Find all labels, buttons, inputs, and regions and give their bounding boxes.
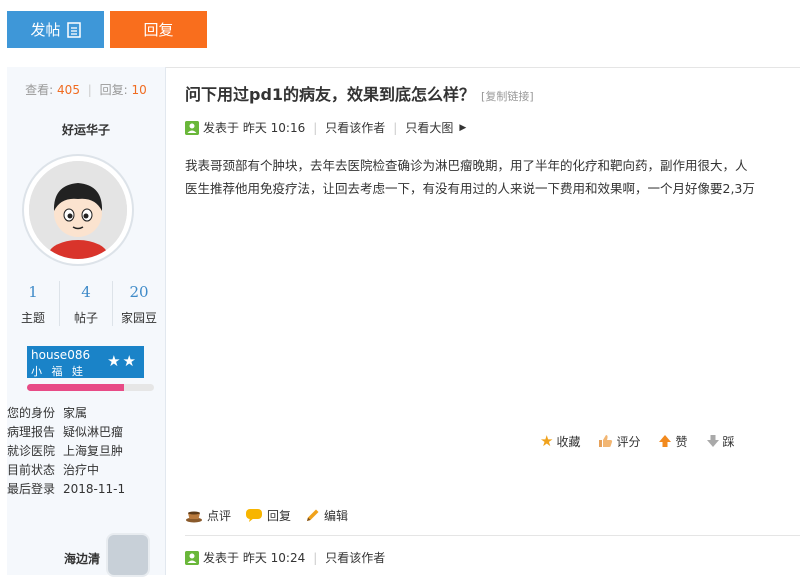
reply-post-button[interactable]: 回复 (245, 507, 291, 524)
level-progress-fill (27, 384, 124, 391)
user-icon (185, 550, 199, 565)
author-counts: 1 主题 4 帖子 20 家园豆 (7, 281, 165, 326)
copy-link[interactable]: [复制链接] (481, 90, 534, 103)
rate-button[interactable]: 评分 (598, 432, 640, 450)
post-button-label: 发帖 (30, 21, 61, 39)
post-time: 发表于 昨天 10:16 (203, 121, 306, 135)
level-progress-bar (27, 384, 154, 391)
edit-label: 编辑 (324, 509, 349, 523)
rate-label: 评分 (616, 434, 641, 449)
reply-button-label: 回复 (143, 21, 174, 39)
author-info: 您的身份 家属 病理报告 疑似淋巴瘤 就诊医院 上海复旦肿 目前状态 治疗中 最后登录 2… (7, 404, 165, 499)
post-content: 我表哥颈部有个肿块，去年去医院检查确诊为淋巴瘤晚期，用了半年的化疗和靶向药，副作… (185, 154, 800, 200)
info-value: 上海复旦肿 (63, 444, 124, 458)
next-author-avatar[interactable] (106, 533, 150, 577)
info-value: 家属 (63, 406, 88, 420)
info-key: 最后登录 (7, 482, 56, 496)
arrow-up-icon (658, 434, 672, 448)
reply-label: 回复 (267, 509, 292, 523)
star-icon: ★★ (107, 352, 138, 370)
info-key: 就诊医院 (7, 444, 56, 458)
replies-label: 回复: (99, 83, 128, 97)
count-label: 主题 (20, 311, 45, 325)
post-actions-right: ★ 收藏 评分 赞 踩 (540, 432, 735, 450)
post-title: 问下用过pd1的病友，效果到底怎么样？ [复制链接] (185, 81, 534, 105)
count-value: 1 (28, 283, 38, 301)
info-value: 治疗中 (63, 463, 100, 477)
info-row: 病理报告 疑似淋巴瘤 (7, 423, 165, 442)
edit-button[interactable]: 编辑 (305, 507, 348, 524)
post-button[interactable]: 发帖 (7, 11, 104, 48)
count-posts[interactable]: 4 帖子 (59, 281, 112, 326)
post-meta: 发表于 昨天 10:16 | 只看该作者 | 只看大图 ▶ (185, 119, 466, 136)
arrow-down-icon (706, 434, 720, 448)
post-title-text: 问下用过pd1的病友，效果到底怎么样？ (185, 85, 476, 104)
coffee-cup-icon (185, 509, 203, 523)
play-arrow-icon: ▶ (459, 122, 467, 133)
post-actions-left: 点评 回复 编辑 (185, 507, 348, 524)
next-author-name[interactable]: 海边清 (64, 550, 100, 567)
replies-count: 10 (131, 83, 147, 97)
count-topics[interactable]: 1 主题 (7, 281, 59, 326)
dislike-button[interactable]: 踩 (706, 432, 735, 450)
post-divider (185, 535, 800, 536)
favorite-button[interactable]: ★ 收藏 (540, 432, 580, 450)
info-value: 疑似淋巴瘤 (63, 425, 124, 439)
info-row: 就诊医院 上海复旦肿 (7, 442, 165, 461)
speech-bubble-icon (245, 508, 263, 523)
user-group-badge: house086 小 福 娃 ★★ (27, 346, 144, 378)
cartoon-avatar-image (29, 161, 127, 259)
info-row: 最后登录 2018-11-1 (7, 480, 165, 499)
info-row: 您的身份 家属 (7, 404, 165, 423)
document-icon (66, 21, 81, 38)
pencil-icon (305, 508, 320, 523)
content-line: 医生推荐他用免疫疗法，让回去考虑一下，有没有用过的人来说一下费用和效果啊，一个月… (185, 181, 755, 196)
views-count: 405 (57, 83, 80, 97)
star-icon: ★ (540, 432, 554, 450)
thread-stats: 查看: 405 | 回复: 10 (25, 83, 147, 97)
comment-label: 点评 (207, 509, 232, 523)
favorite-label: 收藏 (556, 434, 581, 449)
content-line: 我表哥颈部有个肿块，去年去医院检查确诊为淋巴瘤晚期，用了半年的化疗和靶向药，副作… (185, 158, 748, 173)
count-value: 20 (129, 283, 149, 301)
info-row: 目前状态 治疗中 (7, 461, 165, 480)
comment-button[interactable]: 点评 (185, 507, 231, 524)
info-key: 目前状态 (7, 463, 56, 477)
info-value: 2018-11-1 (63, 482, 126, 496)
user-icon (185, 120, 199, 135)
badge-user: house086 (31, 348, 91, 362)
like-button[interactable]: 赞 (658, 432, 688, 450)
badge-title: 小 福 娃 (31, 365, 86, 378)
avatar[interactable] (22, 154, 134, 266)
big-image-link[interactable]: 只看大图 (405, 119, 453, 136)
next-post-meta: 发表于 昨天 10:24 | 只看该作者 (185, 549, 385, 566)
count-label: 帖子 (73, 311, 98, 325)
post-time: 发表于 昨天 10:24 (203, 551, 306, 565)
author-name[interactable]: 好运华子 (7, 121, 165, 138)
reply-button[interactable]: 回复 (110, 11, 207, 48)
count-beans[interactable]: 20 家园豆 (112, 281, 165, 326)
author-only-link[interactable]: 只看该作者 (325, 549, 385, 566)
count-label: 家园豆 (120, 311, 157, 325)
views-label: 查看: (25, 83, 54, 97)
author-only-link[interactable]: 只看该作者 (325, 119, 385, 136)
like-label: 赞 (675, 434, 688, 449)
dislike-label: 踩 (722, 434, 735, 449)
info-key: 病理报告 (7, 425, 56, 439)
info-key: 您的身份 (7, 406, 56, 420)
thumbs-up-icon (598, 434, 613, 448)
count-value: 4 (81, 283, 91, 301)
